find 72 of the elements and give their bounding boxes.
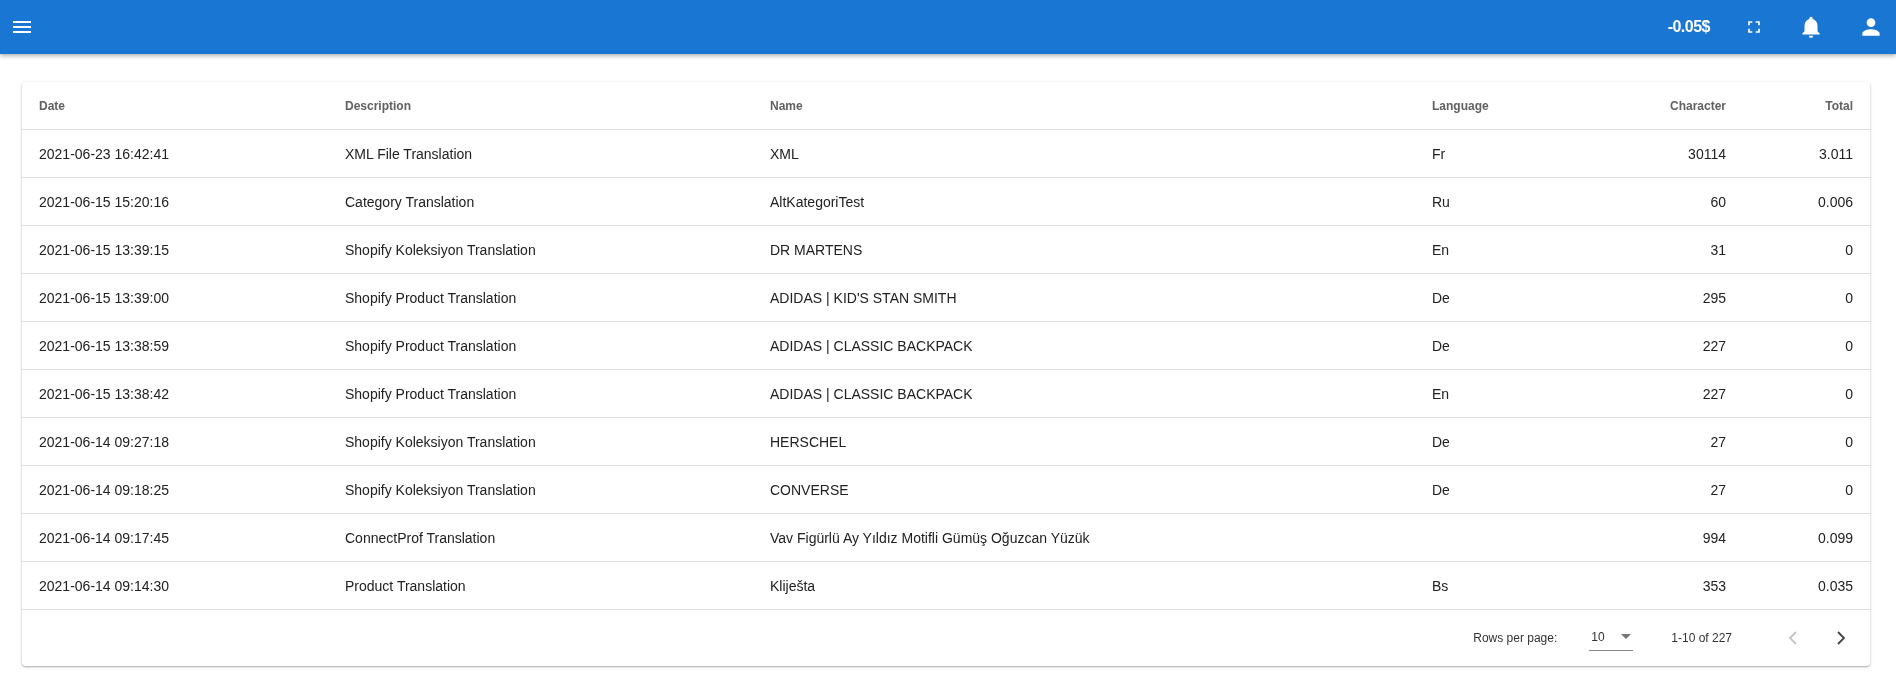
table-cell-text: 0 [1844, 481, 1854, 498]
table-cell-text: 3.011 [1818, 145, 1854, 162]
table-cell-text: De [1431, 433, 1451, 450]
table-cell-text: En [1431, 241, 1451, 258]
table-cell-text: 0 [1844, 289, 1854, 306]
table-cell-text: 295 [1701, 289, 1727, 306]
table-cell-text: Category Translation [344, 193, 476, 210]
table-cell-text: 0.099 [1816, 529, 1854, 546]
chevron-right-icon [1836, 631, 1846, 645]
table-cell-text: 2021-06-15 13:39:00 [38, 289, 170, 306]
table-cell-text: 0 [1844, 385, 1854, 402]
rows-per-page-select[interactable]: 10 [1589, 625, 1634, 651]
table-cell-text: 2021-06-23 16:42:41 [38, 145, 170, 162]
table-cell-text: 2021-06-15 13:38:59 [38, 337, 170, 354]
table-cell-text: 0 [1844, 433, 1854, 450]
column-header: Description [344, 98, 412, 113]
table-cell-text: 0.035 [1816, 577, 1854, 594]
table-cell-text: Shopify Product Translation [344, 337, 518, 354]
balance-text: -0.05$ [1667, 18, 1710, 36]
table-cell-text: 227 [1701, 385, 1727, 402]
column-header: Date [38, 98, 66, 113]
table-cell-text: ConnectProf Translation [344, 529, 497, 546]
table-cell-text: 2021-06-15 13:39:15 [38, 241, 170, 258]
column-header: Name [769, 98, 804, 113]
table-cell-text: Kliješta [769, 577, 817, 594]
table-cell-text: 27 [1709, 433, 1727, 450]
table-cell-text: 30114 [1687, 145, 1727, 162]
column-header: Character [1668, 98, 1727, 113]
table-cell-text: ADIDAS | CLASSIC BACKPACK [769, 385, 974, 402]
table-cell-text: CONVERSE [769, 481, 850, 498]
rows-per-page-label: Rows per page: [1473, 631, 1558, 645]
table-cell-text: 353 [1701, 577, 1727, 594]
table-cell-text: 0 [1844, 337, 1854, 354]
table-cell-text: 60 [1709, 193, 1727, 210]
table-cell-text: 2021-06-14 09:27:18 [38, 433, 170, 450]
table-cell-text: Shopify Koleksiyon Translation [344, 433, 537, 450]
table-cell-text: 2021-06-14 09:14:30 [38, 577, 170, 594]
table-cell-text: Product Translation [344, 577, 467, 594]
table-cell-text: De [1431, 289, 1451, 306]
table-cell-text: 0 [1844, 241, 1854, 258]
column-header: Language [1431, 98, 1490, 113]
page-range-text: 1-10 of 227 [1671, 631, 1732, 645]
table-cell-text: De [1431, 481, 1451, 498]
table-cell-text: Shopify Koleksiyon Translation [344, 481, 537, 498]
table-cell-text: AltKategoriTest [769, 193, 866, 210]
dropdown-caret-icon [1620, 634, 1631, 639]
table-cell-text: Ru [1431, 193, 1451, 210]
table-cell-text: Bs [1431, 577, 1450, 594]
table-cell-text: Shopify Product Translation [344, 289, 518, 306]
table-cell-text: ADIDAS | KID'S STAN SMITH [769, 289, 958, 306]
table-cell-text: 2021-06-14 09:17:45 [38, 529, 170, 546]
table-cell-text: ADIDAS | CLASSIC BACKPACK [769, 337, 974, 354]
table-cell-text: Shopify Product Translation [344, 385, 518, 402]
table-cell-text: HERSCHEL [769, 433, 848, 450]
column-header: Total [1824, 98, 1854, 113]
table-cell-text: 2021-06-15 13:38:42 [38, 385, 170, 402]
table-cell-text: 31 [1709, 241, 1727, 258]
table-cell-text: 2021-06-15 15:20:16 [38, 193, 170, 210]
table-cell-text: Fr [1431, 145, 1447, 162]
table-cell-text: Vav Figürlü Ay Yıldız Motifli Gümüş Oğuzcan Yüzük [769, 529, 1091, 546]
table-cell-text: DR MARTENS [769, 241, 864, 258]
table-cell-text: 0.006 [1816, 193, 1854, 210]
table-cell-text: 227 [1701, 337, 1727, 354]
table-cell-text: De [1431, 337, 1451, 354]
table-cell-text: XML File Translation [344, 145, 474, 162]
table-cell-text: 994 [1701, 529, 1727, 546]
table-cell-text: 27 [1709, 481, 1727, 498]
chevron-left-icon [1788, 631, 1798, 645]
table-cell-text: En [1431, 385, 1451, 402]
table-cell-text: XML [769, 145, 800, 162]
table-cell-text: 2021-06-14 09:18:25 [38, 481, 170, 498]
table-cell-text: Shopify Koleksiyon Translation [344, 241, 537, 258]
